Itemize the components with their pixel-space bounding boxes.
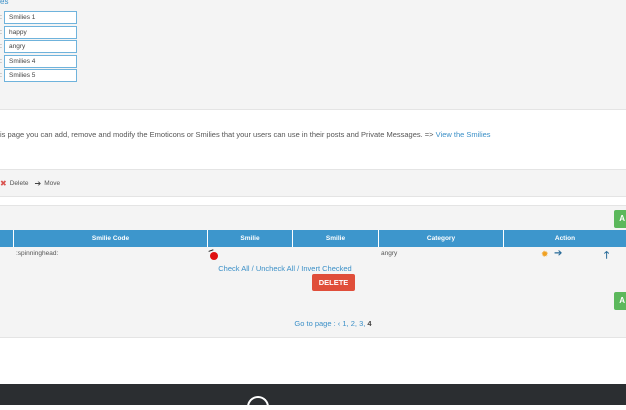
check-links: Check All / Uncheck All / Invert Checked <box>218 264 352 273</box>
column-header-code: Smilie Code <box>14 230 208 247</box>
category-row: : <box>0 26 80 40</box>
arrow-right-icon[interactable]: ➔ <box>554 248 562 259</box>
smilies-table-panel: A Smilie Code Smilie Smilie Category Act… <box>0 205 626 338</box>
pagination-label: Go to page : <box>294 319 336 328</box>
icon-legend: ✖ Delete ➔ Move <box>0 179 60 188</box>
pagination-page-1[interactable]: 1 <box>342 319 346 328</box>
categories-panel: es : : : : : <box>0 0 626 110</box>
category-input-1[interactable] <box>4 11 77 24</box>
arrow-up-icon[interactable]: 🡑 <box>604 248 609 265</box>
category-row: : <box>0 69 80 83</box>
table-row: :spinninghead: angry ✹ ➔ 🡑 <box>0 247 626 265</box>
pagination-page-2[interactable]: 2 <box>351 319 355 328</box>
category-input-5[interactable] <box>4 69 77 82</box>
uncheck-all-link[interactable]: Uncheck All <box>256 264 295 273</box>
delete-legend-label: Delete <box>9 180 29 187</box>
table-header: Smilie Code Smilie Smilie Category Actio… <box>0 230 626 247</box>
category-input-3[interactable] <box>4 40 77 53</box>
footer <box>0 384 626 410</box>
category-row: : <box>0 40 80 54</box>
pagination-current-page: 4 <box>367 319 372 328</box>
smilie-code: :spinninghead: <box>16 250 59 257</box>
delete-icon: ✖ <box>0 179 7 188</box>
check-all-link[interactable]: Check All <box>218 264 249 273</box>
category-input-2[interactable] <box>4 26 77 39</box>
cloud-icon <box>247 396 269 410</box>
legend-bar: ✖ Delete ➔ Move <box>0 169 626 197</box>
smilie-image <box>210 252 218 260</box>
move-arrow-icon: ➔ <box>34 179 42 188</box>
category-row: : <box>0 11 80 25</box>
category-input-4[interactable] <box>4 55 77 68</box>
description-panel: is page you can add, remove and modify t… <box>0 110 626 170</box>
pagination-page-3[interactable]: 3 <box>359 319 363 328</box>
delete-button[interactable]: DELETE <box>312 274 355 291</box>
checkbox-column-header <box>0 230 14 247</box>
pagination: Go to page : ‹ 1, 2, 3, 4 <box>294 319 372 328</box>
gear-icon[interactable]: ✹ <box>541 249 549 260</box>
column-header-smilie: Smilie <box>208 230 293 247</box>
move-legend-label: Move <box>44 180 61 187</box>
column-header-category: Category <box>379 230 504 247</box>
column-header-smilie-2: Smilie <box>293 230 379 247</box>
add-smilie-button-top[interactable]: A <box>614 210 626 228</box>
description-text: is page you can add, remove and modify t… <box>0 130 491 139</box>
category-row: : <box>0 55 80 69</box>
smilie-category: angry <box>381 250 398 257</box>
column-header-action: Action <box>554 235 576 242</box>
categories-heading: es <box>0 0 9 6</box>
invert-checked-link[interactable]: Invert Checked <box>301 264 351 273</box>
pagination-prev[interactable]: ‹ <box>338 319 341 328</box>
add-smilie-button-bottom[interactable]: A <box>614 292 626 310</box>
view-smilies-link[interactable]: View the Smilies <box>436 130 491 139</box>
